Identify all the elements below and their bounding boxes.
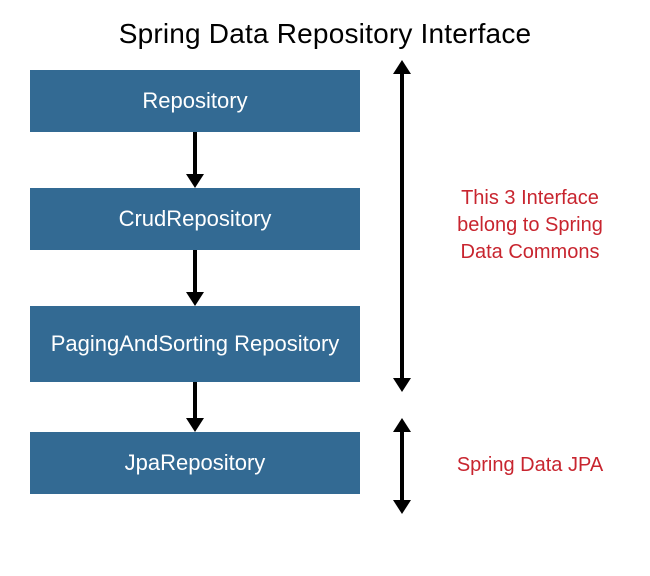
box-paging-label: PagingAndSorting Repository xyxy=(51,330,340,358)
bracket-commons xyxy=(390,60,414,392)
arrow-crud-to-paging xyxy=(190,250,200,306)
box-repository: Repository xyxy=(30,70,360,132)
box-paging-repository: PagingAndSorting Repository xyxy=(30,306,360,382)
arrow-paging-to-jpa xyxy=(190,382,200,432)
box-crud-repository: CrudRepository xyxy=(30,188,360,250)
diagram-title: Spring Data Repository Interface xyxy=(0,0,650,70)
box-repository-label: Repository xyxy=(142,87,247,115)
bracket-jpa xyxy=(390,418,414,514)
arrow-repository-to-crud xyxy=(190,132,200,188)
annotation-jpa: Spring Data JPA xyxy=(445,452,615,479)
hierarchy-diagram: Repository CrudRepository PagingAndSorti… xyxy=(0,70,650,570)
box-jpa-repository: JpaRepository xyxy=(30,432,360,494)
annotation-commons: This 3 Interface belong to Spring Data C… xyxy=(445,185,615,266)
box-crud-label: CrudRepository xyxy=(119,205,272,233)
box-jpa-label: JpaRepository xyxy=(125,449,266,477)
